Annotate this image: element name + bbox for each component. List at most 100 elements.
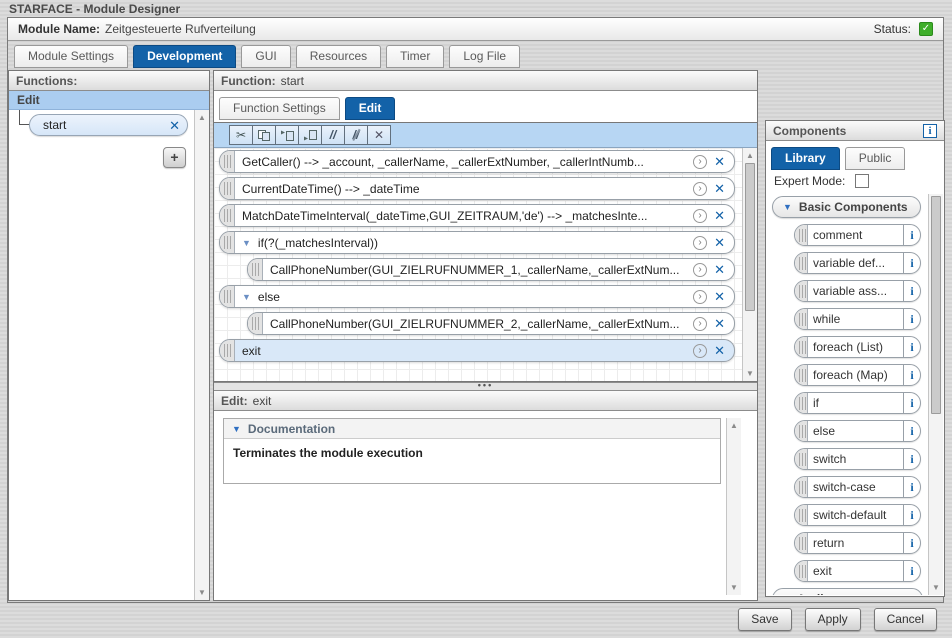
tab-module-settings[interactable]: Module Settings (14, 45, 129, 68)
component-item-else[interactable]: else i (794, 420, 921, 442)
drag-handle-icon[interactable] (795, 449, 808, 469)
apply-button[interactable]: Apply (804, 608, 861, 631)
drag-handle-icon[interactable] (795, 533, 808, 553)
uncomment-button[interactable]: // (344, 125, 368, 145)
delete-row-icon[interactable]: ✕ (714, 317, 725, 330)
info-icon[interactable]: i (903, 337, 920, 357)
drag-handle-icon[interactable] (795, 505, 808, 525)
info-icon[interactable]: i (903, 225, 920, 245)
scroll-thumb[interactable] (745, 163, 755, 311)
component-item-return[interactable]: return i (794, 532, 921, 554)
scroll-up-icon[interactable]: ▲ (743, 149, 757, 162)
scroll-down-icon[interactable]: ▼ (727, 581, 741, 594)
flow-canvas[interactable]: GetCaller() --> _account, _callerName, _… (214, 148, 757, 381)
delete-row-icon[interactable]: ✕ (714, 344, 725, 357)
drag-handle-icon[interactable] (248, 259, 263, 280)
info-icon[interactable]: i (903, 449, 920, 469)
component-item-variable-ass[interactable]: variable ass... i (794, 280, 921, 302)
component-item-switch[interactable]: switch i (794, 448, 921, 470)
info-icon[interactable]: i (903, 561, 920, 581)
tab-resources[interactable]: Resources (295, 45, 382, 68)
drag-handle-icon[interactable] (795, 421, 808, 441)
flow-row-exit[interactable]: exit › ✕ (219, 339, 735, 362)
components-tab-library[interactable]: Library (771, 147, 840, 170)
drag-handle-icon[interactable] (220, 340, 235, 361)
tab-gui[interactable]: GUI (241, 45, 291, 68)
expert-mode-checkbox[interactable] (855, 174, 870, 188)
open-detail-icon[interactable]: › (693, 343, 708, 358)
drag-handle-icon[interactable] (220, 151, 235, 172)
open-detail-icon[interactable]: › (693, 208, 708, 223)
delete-row-icon[interactable]: ✕ (714, 263, 725, 276)
component-item-foreach-list[interactable]: foreach (List) i (794, 336, 921, 358)
drag-handle-icon[interactable] (795, 365, 808, 385)
component-item-comment[interactable]: comment i (794, 224, 921, 246)
drag-handle-icon[interactable] (220, 178, 235, 199)
info-icon[interactable]: i (903, 421, 920, 441)
open-detail-icon[interactable]: › (693, 181, 708, 196)
flow-row-matchdatetimeinter[interactable]: MatchDateTimeInterval(_dateTime,GUI_ZEIT… (219, 204, 735, 227)
info-icon[interactable]: i (903, 477, 920, 497)
component-item-while[interactable]: while i (794, 308, 921, 330)
tab-timer[interactable]: Timer (386, 45, 445, 68)
drag-handle-icon[interactable] (795, 337, 808, 357)
save-button[interactable]: Save (738, 608, 792, 631)
collapse-branch-icon[interactable]: ▼ (242, 292, 251, 302)
info-icon[interactable]: i (903, 365, 920, 385)
drag-handle-icon[interactable] (795, 281, 808, 301)
open-detail-icon[interactable]: › (693, 235, 708, 250)
tab-development[interactable]: Development (133, 45, 237, 68)
collapse-branch-icon[interactable]: ▼ (242, 238, 251, 248)
drag-handle-icon[interactable] (220, 286, 235, 307)
drag-handle-icon[interactable] (795, 477, 808, 497)
info-icon[interactable]: i (903, 393, 920, 413)
components-tab-public[interactable]: Public (844, 147, 906, 170)
expand-icon[interactable]: ▶ (783, 594, 790, 596)
open-detail-icon[interactable]: › (693, 316, 708, 331)
tab-log-file[interactable]: Log File (449, 45, 521, 68)
copy-button[interactable] (252, 125, 276, 145)
comment-button[interactable]: // (321, 125, 345, 145)
delete-row-icon[interactable]: ✕ (714, 236, 725, 249)
open-detail-icon[interactable]: › (693, 262, 708, 277)
paste-below-button[interactable] (298, 125, 322, 145)
drag-handle-icon[interactable] (795, 225, 808, 245)
drag-handle-icon[interactable] (220, 205, 235, 226)
component-group-audio[interactable]: ▶ Audio (772, 588, 923, 595)
drag-handle-icon[interactable] (795, 393, 808, 413)
scroll-down-icon[interactable]: ▼ (929, 581, 943, 594)
collapse-icon[interactable]: ▼ (783, 202, 792, 212)
info-icon[interactable]: i (903, 281, 920, 301)
component-item-switch-default[interactable]: switch-default i (794, 504, 921, 526)
component-item-variable-def[interactable]: variable def... i (794, 252, 921, 274)
function-item-start[interactable]: start ✕ (29, 114, 188, 136)
scroll-thumb[interactable] (931, 196, 941, 414)
delete-button[interactable]: ✕ (367, 125, 391, 145)
collapse-icon[interactable]: ▼ (232, 424, 241, 434)
function-tab-edit[interactable]: Edit (344, 97, 396, 120)
info-icon[interactable]: i (903, 253, 920, 273)
scroll-down-icon[interactable]: ▼ (195, 586, 209, 599)
flow-row-else[interactable]: ▼ else › ✕ (219, 285, 735, 308)
components-info-icon[interactable]: i (923, 123, 937, 138)
drag-handle-icon[interactable] (795, 561, 808, 581)
flow-row-callphonenumber-gu[interactable]: CallPhoneNumber(GUI_ZIELRUFNUMMER_2,_cal… (247, 312, 735, 335)
edit-area-scrollbar[interactable]: ▲ ▼ (726, 418, 741, 595)
flow-row-getcaller-a[interactable]: GetCaller() --> _account, _callerName, _… (219, 150, 735, 173)
functions-scrollbar[interactable]: ▲ ▼ (194, 110, 209, 600)
open-detail-icon[interactable]: › (693, 289, 708, 304)
flow-row-currentdatetime[interactable]: CurrentDateTime() --> _dateTime › ✕ (219, 177, 735, 200)
documentation-header[interactable]: ▼ Documentation (224, 419, 720, 439)
drag-handle-icon[interactable] (795, 253, 808, 273)
scroll-down-icon[interactable]: ▼ (743, 367, 757, 380)
open-detail-icon[interactable]: › (693, 154, 708, 169)
component-item-exit[interactable]: exit i (794, 560, 921, 582)
functions-group-edit[interactable]: Edit (9, 91, 209, 110)
component-item-switch-case[interactable]: switch-case i (794, 476, 921, 498)
drag-handle-icon[interactable] (248, 313, 263, 334)
info-icon[interactable]: i (903, 533, 920, 553)
add-function-button[interactable]: + (163, 147, 186, 168)
component-item-foreach-map[interactable]: foreach (Map) i (794, 364, 921, 386)
cut-button[interactable]: ✂ (229, 125, 253, 145)
cancel-button[interactable]: Cancel (873, 608, 937, 631)
